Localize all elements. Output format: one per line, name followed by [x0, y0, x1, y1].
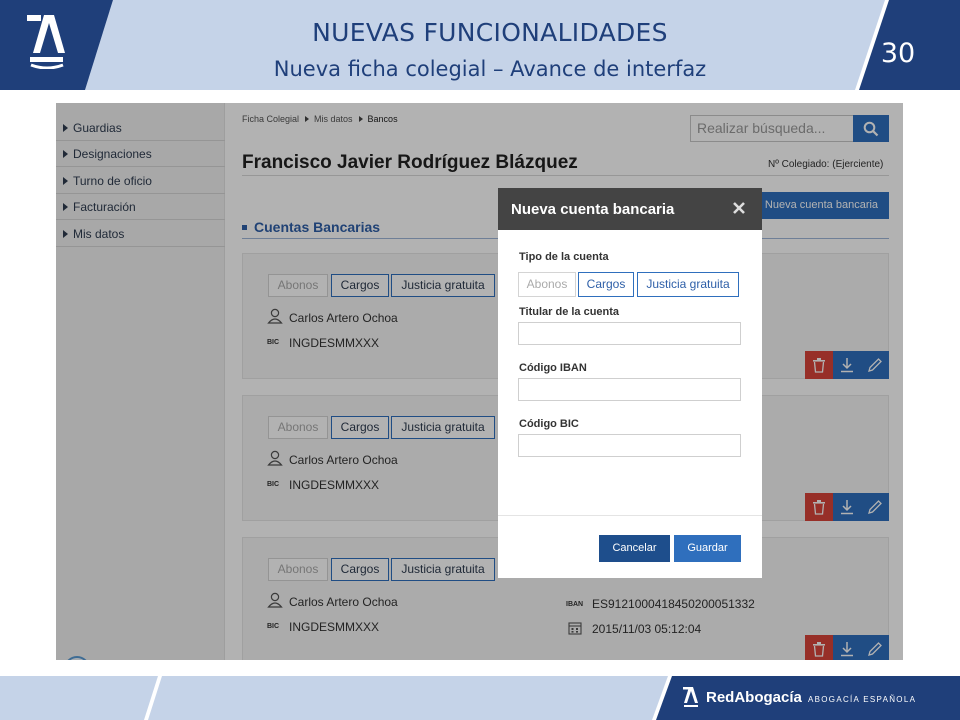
- dialog-header: Nueva cuenta bancaria: [498, 188, 762, 230]
- divider: [498, 515, 762, 516]
- owner-field[interactable]: [518, 322, 741, 345]
- slide-subtitle: Nueva ficha colegial – Avance de interfa…: [273, 57, 707, 81]
- tab-cargos[interactable]: Cargos: [578, 272, 634, 297]
- cancel-button[interactable]: Cancelar: [599, 535, 670, 562]
- bic-label: Código BIC: [519, 418, 579, 430]
- bic-field[interactable]: [518, 434, 741, 457]
- account-type-label: Tipo de la cuenta: [519, 251, 609, 263]
- abogacia-logo-icon: [27, 15, 65, 69]
- app-screenshot: Guardias Designaciones Turno de oficio F…: [56, 103, 903, 660]
- save-button[interactable]: Guardar: [674, 535, 741, 562]
- dialog-title: Nueva cuenta bancaria: [511, 201, 675, 218]
- footer-subtitle: ABOGACÍA ESPAÑOLA: [808, 695, 917, 704]
- slide-number: 30: [880, 38, 916, 69]
- slide-title: NUEVAS FUNCIONALIDADES: [312, 18, 668, 47]
- iban-label: Código IBAN: [519, 362, 587, 374]
- tab-justicia-gratuita[interactable]: Justicia gratuita: [637, 272, 739, 297]
- footer-brand: RedAbogacía: [706, 689, 802, 706]
- new-account-dialog: Nueva cuenta bancaria Tipo de la cuenta …: [498, 188, 762, 578]
- tab-abonos[interactable]: Abonos: [518, 272, 576, 297]
- redabogacia-logo-icon: [683, 687, 698, 707]
- iban-field[interactable]: [518, 378, 741, 401]
- modal-backdrop[interactable]: [56, 103, 903, 660]
- close-icon[interactable]: [731, 200, 747, 216]
- owner-label: Titular de la cuenta: [519, 306, 620, 318]
